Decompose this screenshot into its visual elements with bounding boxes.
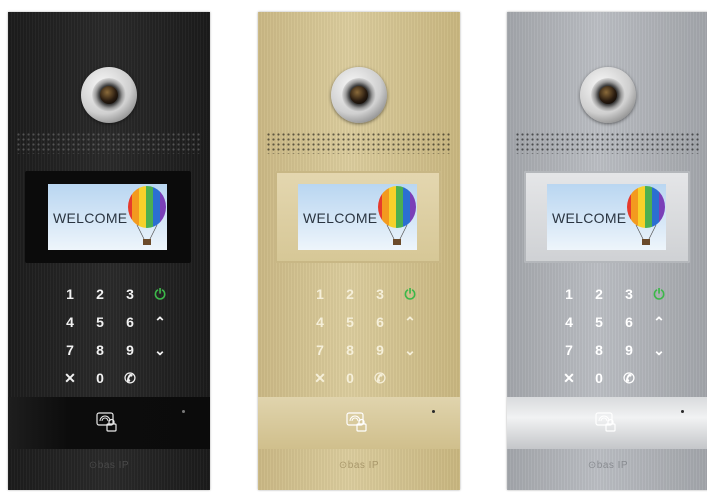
- key-0[interactable]: 0: [584, 364, 614, 392]
- hot-air-balloon-image: [378, 186, 416, 245]
- key-8[interactable]: 8: [335, 336, 365, 364]
- key-4[interactable]: 4: [305, 308, 335, 336]
- display-frame: WELCOME: [275, 171, 441, 263]
- key-1[interactable]: 1: [305, 280, 335, 308]
- arrow-up-icon[interactable]: ⌃: [644, 308, 674, 336]
- hot-air-balloon-image: [627, 186, 665, 245]
- power-key-icon[interactable]: ⏻: [644, 280, 674, 308]
- display-screen: WELCOME: [298, 184, 417, 250]
- nfc-card-lock-icon: [96, 412, 117, 432]
- status-led: [182, 410, 185, 413]
- hot-air-balloon-image: [128, 186, 166, 245]
- intercom-panel-black: WELCOME 1 2 3 ⏻ 4 5 6 ⌃ 7 8 9 ⌄ ✕ 0 ✆ ⊙b…: [8, 12, 210, 490]
- key-6[interactable]: 6: [115, 308, 145, 336]
- arrow-down-icon[interactable]: ⌄: [644, 336, 674, 364]
- arrow-down-icon[interactable]: ⌄: [395, 336, 425, 364]
- key-8[interactable]: 8: [85, 336, 115, 364]
- key-0[interactable]: 0: [335, 364, 365, 392]
- keypad: 1 2 3 ⏻ 4 5 6 ⌃ 7 8 9 ⌄ ✕ 0 ✆: [305, 280, 425, 392]
- welcome-text: WELCOME: [552, 210, 627, 226]
- keypad: 1 2 3 ⏻ 4 5 6 ⌃ 7 8 9 ⌄ ✕ 0 ✆: [55, 280, 175, 392]
- power-key-icon[interactable]: ⏻: [395, 280, 425, 308]
- card-reader[interactable]: [258, 397, 460, 449]
- arrow-up-icon[interactable]: ⌃: [395, 308, 425, 336]
- key-5[interactable]: 5: [85, 308, 115, 336]
- key-6[interactable]: 6: [365, 308, 395, 336]
- brand-logo: ⊙bas IP: [587, 460, 629, 471]
- speaker-grille: [16, 132, 202, 154]
- camera-lens: [331, 67, 387, 123]
- key-8[interactable]: 8: [584, 336, 614, 364]
- key-5[interactable]: 5: [584, 308, 614, 336]
- cancel-key-icon[interactable]: ✕: [305, 364, 335, 392]
- intercom-panel-silver: WELCOME 1 2 3 ⏻ 4 5 6 ⌃ 7 8 9 ⌄ ✕ 0 ✆ ⊙b…: [507, 12, 707, 490]
- camera-lens: [81, 67, 137, 123]
- key-7[interactable]: 7: [305, 336, 335, 364]
- phone-call-icon[interactable]: ✆: [115, 364, 145, 392]
- keypad: 1 2 3 ⏻ 4 5 6 ⌃ 7 8 9 ⌄ ✕ 0 ✆: [554, 280, 674, 392]
- key-5[interactable]: 5: [335, 308, 365, 336]
- arrow-down-icon[interactable]: ⌄: [145, 336, 175, 364]
- display-frame: WELCOME: [524, 171, 690, 263]
- display-screen: WELCOME: [48, 184, 167, 250]
- card-reader[interactable]: [8, 397, 210, 449]
- key-1[interactable]: 1: [554, 280, 584, 308]
- camera-lens: [580, 67, 636, 123]
- status-led: [681, 410, 684, 413]
- speaker-grille: [515, 132, 701, 154]
- display-screen: WELCOME: [547, 184, 666, 250]
- card-reader[interactable]: [507, 397, 707, 449]
- key-9[interactable]: 9: [614, 336, 644, 364]
- arrow-up-icon[interactable]: ⌃: [145, 308, 175, 336]
- key-2[interactable]: 2: [335, 280, 365, 308]
- key-6[interactable]: 6: [614, 308, 644, 336]
- phone-call-icon[interactable]: ✆: [614, 364, 644, 392]
- cancel-key-icon[interactable]: ✕: [55, 364, 85, 392]
- key-3[interactable]: 3: [365, 280, 395, 308]
- key-0[interactable]: 0: [85, 364, 115, 392]
- status-led: [432, 410, 435, 413]
- key-2[interactable]: 2: [584, 280, 614, 308]
- key-7[interactable]: 7: [554, 336, 584, 364]
- key-4[interactable]: 4: [55, 308, 85, 336]
- key-3[interactable]: 3: [115, 280, 145, 308]
- key-9[interactable]: 9: [115, 336, 145, 364]
- display-frame: WELCOME: [25, 171, 191, 263]
- key-4[interactable]: 4: [554, 308, 584, 336]
- intercom-panel-gold: WELCOME 1 2 3 ⏻ 4 5 6 ⌃ 7 8 9 ⌄ ✕ 0 ✆ ⊙b…: [258, 12, 460, 490]
- welcome-text: WELCOME: [303, 210, 378, 226]
- key-9[interactable]: 9: [365, 336, 395, 364]
- nfc-card-lock-icon: [595, 412, 616, 432]
- brand-logo: ⊙bas IP: [88, 460, 130, 471]
- speaker-grille: [266, 132, 452, 154]
- key-1[interactable]: 1: [55, 280, 85, 308]
- power-key-icon[interactable]: ⏻: [145, 280, 175, 308]
- phone-call-icon[interactable]: ✆: [365, 364, 395, 392]
- welcome-text: WELCOME: [53, 210, 128, 226]
- cancel-key-icon[interactable]: ✕: [554, 364, 584, 392]
- key-3[interactable]: 3: [614, 280, 644, 308]
- key-7[interactable]: 7: [55, 336, 85, 364]
- brand-logo: ⊙bas IP: [338, 460, 380, 471]
- key-2[interactable]: 2: [85, 280, 115, 308]
- nfc-card-lock-icon: [346, 412, 367, 432]
